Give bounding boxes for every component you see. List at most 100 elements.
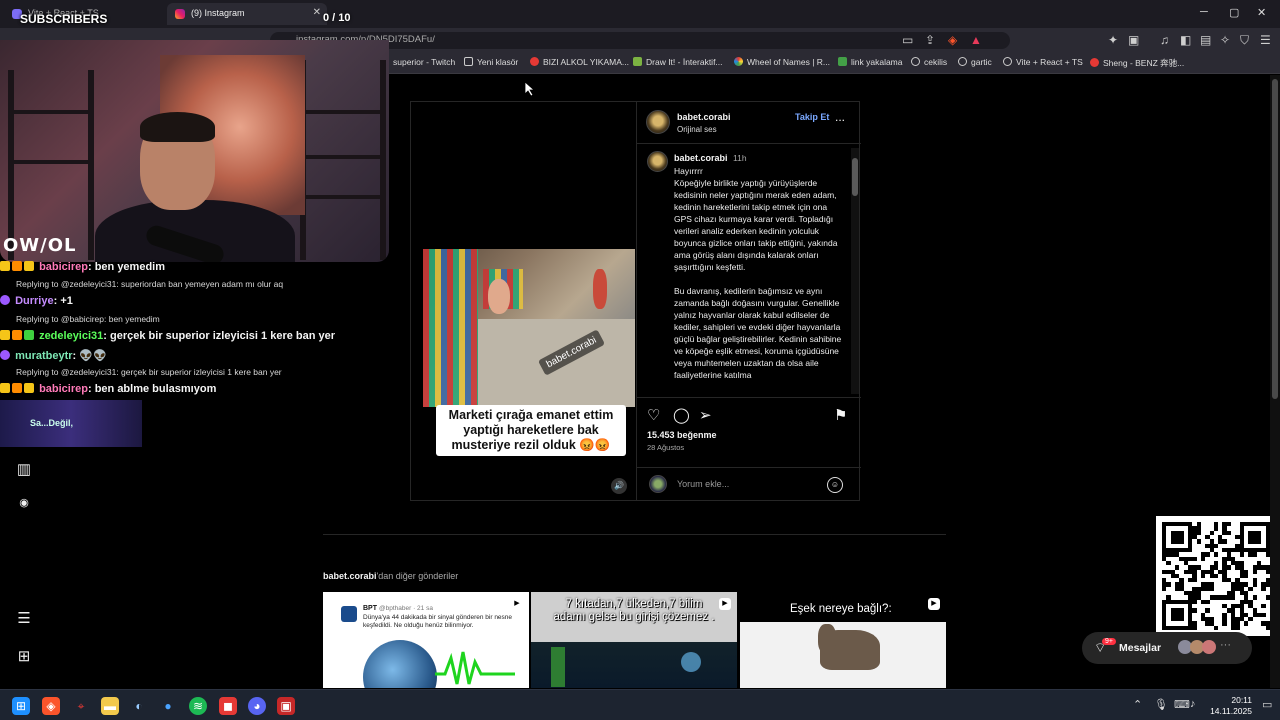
comment-input[interactable]: Yorum ekle... ☺ — [637, 467, 861, 500]
wheel-icon — [734, 57, 743, 66]
chat-text: ben ablme bulasmıyom — [94, 383, 217, 395]
notifications-icon[interactable]: ▭ — [1262, 698, 1272, 711]
qr-cell — [1196, 530, 1201, 535]
brave-rewards-icon[interactable]: ▲ — [970, 33, 982, 47]
audio-label[interactable]: Orijinal ses — [677, 125, 717, 134]
more-posts-label: 'dan diğer gönderiler — [376, 571, 459, 581]
screen-icon[interactable]: ▭ — [902, 33, 913, 47]
badge-icon — [12, 261, 22, 271]
bookmark-item[interactable]: BIZI ALKOL YIKAMA... — [530, 57, 629, 67]
bookmark-item[interactable]: cekilis — [911, 57, 947, 67]
profile-icon[interactable]: ◉ — [14, 496, 34, 516]
comment-icon[interactable]: ◯ — [673, 406, 690, 424]
badge-icon — [0, 383, 10, 393]
video-frame[interactable]: babet.corabi — [423, 249, 635, 407]
comment-author[interactable]: babet.corabi — [674, 153, 728, 163]
more-post-card[interactable]: BPT @bpthaber · 21 sa Dünya'ya 44 dakika… — [323, 592, 529, 688]
author-avatar[interactable] — [646, 110, 670, 134]
bookmark-item[interactable]: Vite + React + TS — [1003, 57, 1083, 67]
messages-button[interactable]: ⌔ 9+ Mesajlar ··· — [1082, 632, 1252, 664]
bookmark-item[interactable]: Wheel of Names | R... — [734, 57, 830, 67]
brave-icon[interactable]: ◈ — [42, 697, 60, 715]
donkey-head — [818, 624, 836, 654]
clock-date: 14.11.2025 — [1210, 706, 1252, 716]
qr-cell — [1235, 625, 1240, 630]
more-post-card[interactable]: 7 kıtadan,7 ülkeden,7 bilim adamı gelse … — [531, 592, 737, 688]
emoji-icon[interactable]: ☺ — [827, 477, 843, 493]
post-media[interactable]: babet.corabi Marketi çırağa emanet ettim… — [411, 102, 636, 500]
menu-icon[interactable]: ☰ — [1260, 33, 1271, 47]
shelf — [300, 195, 385, 199]
bookmark-item[interactable]: Draw It! - İnteraktif... — [633, 57, 723, 67]
mini-video-text: Sa...Değil, — [30, 418, 74, 428]
mic-icon[interactable]: 🎙 — [1154, 698, 1168, 711]
like-icon[interactable]: ♡ — [647, 406, 660, 424]
page-scrollbar[interactable] — [1270, 75, 1280, 688]
drop-icon[interactable]: ● — [159, 697, 177, 715]
close-window-button[interactable]: ✕ — [1257, 6, 1266, 19]
comment-avatar[interactable] — [647, 151, 668, 172]
user-avatar — [649, 475, 667, 493]
badge-icon — [0, 295, 10, 305]
qr-cell — [1226, 522, 1232, 527]
bookmark-item[interactable]: Sheng - BENZ 奔驰... — [1090, 57, 1184, 69]
bookmark-item[interactable]: superior - Twitch — [393, 57, 455, 67]
qr-cell — [1213, 573, 1219, 579]
sidebar-icon[interactable]: ◧ — [1180, 33, 1191, 47]
music-icon[interactable]: ♫ — [1160, 33, 1169, 47]
obs-icon[interactable]: ▣ — [277, 697, 295, 715]
follow-button[interactable]: Takip Et — [795, 112, 829, 122]
chat-username: babicirep — [39, 261, 88, 273]
map-pin-icon[interactable]: ⌖ — [72, 697, 90, 715]
vpn-icon[interactable]: ⛉ — [1240, 33, 1249, 48]
steam-icon[interactable]: ◐ — [130, 697, 148, 715]
comment-placeholder[interactable]: Yorum ekle... — [677, 479, 729, 489]
volume-icon[interactable]: ♪ — [1190, 698, 1196, 710]
app-icon[interactable]: ◼ — [219, 697, 237, 715]
extensions-icon[interactable]: ✦ — [1108, 33, 1118, 47]
discord-icon[interactable]: ◕ — [248, 697, 266, 715]
more-options-icon[interactable]: ... — [835, 110, 845, 124]
tab-search-icon[interactable]: ▣ — [1128, 33, 1139, 47]
tab-instagram[interactable]: (9) Instagram ✕ — [167, 3, 327, 25]
more-posts-author[interactable]: babet.corabi — [323, 571, 377, 581]
windows-start-icon[interactable]: ⊞ — [12, 697, 30, 715]
share-icon[interactable]: ➢ — [699, 406, 712, 424]
chevron-up-icon[interactable]: ⌃ — [1133, 698, 1142, 711]
badge-icon — [0, 350, 10, 360]
comment-time: 11h — [733, 153, 747, 163]
network-icon[interactable]: ⌨ — [1174, 698, 1190, 711]
bookmark-item[interactable]: gartic — [958, 57, 992, 67]
avatar — [1202, 640, 1216, 654]
scrollbar-thumb[interactable] — [1272, 79, 1278, 399]
close-tab-icon[interactable]: ✕ — [313, 7, 321, 18]
site-icon — [633, 57, 642, 66]
qr-code — [1156, 516, 1276, 636]
minimize-button[interactable]: ─ — [1200, 6, 1208, 18]
folder-icon[interactable]: ▬ — [101, 697, 119, 715]
caption-scrollbar[interactable] — [851, 148, 859, 394]
spotify-icon[interactable]: ≋ — [189, 697, 207, 715]
qr-cell — [1252, 582, 1258, 587]
more-menu-icon[interactable]: ☰ — [14, 609, 34, 629]
more-post-card[interactable]: Eşek nereye bağlı?: ▶ — [740, 592, 946, 688]
caption-area: babet.corabi 11h Hayırrrr Köpeğiyle birl… — [637, 145, 861, 397]
globe-icon — [1003, 57, 1012, 66]
author-name[interactable]: babet.corabi — [677, 112, 731, 122]
speaker-icon[interactable]: 🔊 — [611, 478, 627, 494]
card-source: BPT — [363, 605, 377, 612]
leo-icon[interactable]: ✧ — [1220, 33, 1230, 47]
wallet-icon[interactable]: ▤ — [1200, 33, 1211, 47]
scrollbar-thumb[interactable] — [852, 158, 858, 196]
badge-icon — [0, 261, 10, 271]
brave-shield-icon[interactable]: ◈ — [948, 33, 957, 47]
bookmark-folder[interactable]: Yeni klasör — [464, 57, 518, 67]
share-icon[interactable]: ⇪ — [925, 33, 935, 47]
insights-icon[interactable]: ▥ — [14, 460, 34, 480]
bookmark-item[interactable]: link yakalama — [838, 57, 903, 67]
likes-count[interactable]: 15.453 beğenme — [647, 430, 717, 440]
clock[interactable]: 20:11 14.11.2025 — [1208, 695, 1252, 717]
maximize-button[interactable]: ▢ — [1229, 6, 1239, 19]
bookmark-icon[interactable]: ⚑ — [834, 406, 847, 424]
apps-icon[interactable]: ⊞ — [14, 647, 34, 667]
